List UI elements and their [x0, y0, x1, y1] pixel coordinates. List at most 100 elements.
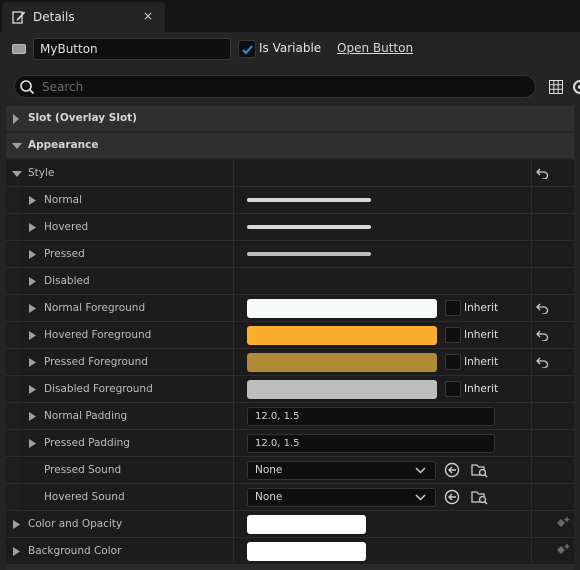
property-row-hovered[interactable]: Hovered: [6, 214, 574, 241]
panel-bottom-edge: [6, 565, 574, 570]
use-selected-icon[interactable]: [444, 462, 460, 478]
reset-icon[interactable]: [536, 168, 549, 179]
search-icon: [20, 80, 35, 95]
expand-arrow-icon: [29, 196, 36, 205]
property-label: Background Color: [28, 545, 122, 557]
collapse-arrow-icon: [12, 171, 22, 177]
color-swatch[interactable]: [247, 299, 437, 318]
property-row-hovered-sound[interactable]: Hovered Sound None: [6, 484, 574, 511]
property-label: Normal Foreground: [44, 302, 146, 314]
inherit-label: Inherit: [464, 329, 499, 341]
checkmark-icon: [242, 45, 253, 55]
expand-arrow-icon: [29, 331, 36, 340]
property-row-normal-foreground[interactable]: Normal Foreground Inherit: [6, 295, 574, 322]
color-swatch[interactable]: [247, 326, 437, 345]
expand-arrow-icon: [29, 358, 36, 367]
property-label: Pressed Padding: [44, 437, 130, 449]
details-header: MyButton Is Variable Open Button: [0, 32, 580, 66]
property-row-background-color[interactable]: Background Color: [6, 538, 574, 565]
widget-name-input[interactable]: MyButton: [33, 38, 231, 60]
inherit-label: Inherit: [464, 383, 499, 395]
sound-dropdown[interactable]: None: [247, 488, 436, 507]
chevron-down-icon: [415, 494, 426, 501]
inherit-label: Inherit: [464, 356, 499, 368]
property-label: Style: [28, 167, 55, 179]
use-selected-icon[interactable]: [444, 489, 460, 505]
section-label: Slot (Overlay Slot): [28, 112, 137, 124]
section-label: Appearance: [28, 139, 99, 151]
property-row-pressed[interactable]: Pressed: [6, 241, 574, 268]
property-label: Normal: [44, 194, 82, 206]
padding-input[interactable]: 12.0, 1.5: [247, 434, 495, 453]
widget-icon: [12, 44, 26, 54]
keyframe-icon[interactable]: [556, 544, 570, 558]
is-variable-checkbox[interactable]: [238, 40, 256, 58]
inherit-checkbox[interactable]: [445, 300, 461, 316]
expand-arrow-icon: [29, 277, 36, 286]
reset-icon[interactable]: [536, 330, 549, 341]
property-label: Hovered Sound: [44, 491, 125, 503]
property-label: Normal Padding: [44, 410, 128, 422]
property-row-pressed-sound[interactable]: Pressed Sound None: [6, 457, 574, 484]
color-swatch[interactable]: [247, 542, 366, 561]
brush-preview: [247, 252, 371, 256]
close-icon[interactable]: ×: [143, 9, 153, 23]
property-label: Hovered: [44, 221, 89, 233]
property-label: Pressed Foreground: [44, 356, 148, 368]
section-slot[interactable]: Slot (Overlay Slot): [6, 106, 574, 131]
property-row-normal[interactable]: Normal: [6, 187, 574, 214]
search-placeholder: Search: [42, 80, 84, 94]
property-row-normal-padding[interactable]: Normal Padding 12.0, 1.5: [6, 403, 574, 430]
property-row-disabled[interactable]: Disabled: [6, 268, 574, 295]
expand-arrow-icon: [29, 304, 36, 313]
expand-arrow-icon: [29, 223, 36, 232]
property-label: Color and Opacity: [28, 518, 123, 530]
grid-icon[interactable]: [549, 80, 563, 94]
property-label: Pressed: [44, 248, 85, 260]
search-input[interactable]: Search: [14, 75, 536, 98]
expand-arrow-icon: [13, 547, 20, 556]
browse-icon[interactable]: [471, 489, 488, 505]
sound-dropdown[interactable]: None: [247, 461, 436, 480]
expand-arrow-icon: [29, 250, 36, 259]
property-row-pressed-padding[interactable]: Pressed Padding 12.0, 1.5: [6, 430, 574, 457]
inherit-checkbox[interactable]: [445, 381, 461, 397]
inherit-label: Inherit: [464, 302, 499, 314]
property-label: Pressed Sound: [44, 464, 122, 476]
keyframe-icon[interactable]: [556, 517, 570, 531]
expand-arrow-icon: [13, 520, 20, 529]
inherit-checkbox[interactable]: [445, 354, 461, 370]
tab-title: Details: [33, 10, 75, 24]
property-row-style[interactable]: Style: [6, 160, 574, 187]
color-swatch[interactable]: [247, 380, 437, 399]
details-panel: MyButton Is Variable Open Button Search …: [0, 32, 580, 570]
brush-preview: [247, 198, 371, 202]
browse-icon[interactable]: [471, 462, 488, 478]
collapse-arrow-icon: [12, 143, 22, 149]
expand-arrow-icon: [29, 385, 36, 394]
chevron-down-icon: [415, 467, 426, 474]
reset-icon[interactable]: [536, 303, 549, 314]
section-appearance[interactable]: Appearance: [6, 133, 574, 158]
tab-details[interactable]: Details ×: [2, 2, 165, 32]
padding-input[interactable]: 12.0, 1.5: [247, 407, 495, 426]
property-label: Disabled Foreground: [44, 383, 153, 395]
tab-bar: Details ×: [0, 0, 580, 33]
brush-preview: [247, 225, 371, 229]
expand-arrow-icon: [29, 412, 36, 421]
details-icon: [12, 11, 26, 24]
is-variable-label: Is Variable: [259, 41, 322, 55]
open-button-link[interactable]: Open Button: [337, 41, 413, 55]
dropdown-value: None: [255, 491, 283, 503]
inherit-checkbox[interactable]: [445, 327, 461, 343]
property-row-pressed-foreground[interactable]: Pressed Foreground Inherit: [6, 349, 574, 376]
dropdown-value: None: [255, 464, 283, 476]
gear-icon[interactable]: [571, 78, 580, 96]
color-swatch[interactable]: [247, 353, 437, 372]
reset-icon[interactable]: [536, 357, 549, 368]
property-row-color-and-opacity[interactable]: Color and Opacity: [6, 511, 574, 538]
property-row-hovered-foreground[interactable]: Hovered Foreground Inherit: [6, 322, 574, 349]
expand-arrow-icon: [13, 114, 19, 124]
property-row-disabled-foreground[interactable]: Disabled Foreground Inherit: [6, 376, 574, 403]
color-swatch[interactable]: [247, 515, 366, 534]
